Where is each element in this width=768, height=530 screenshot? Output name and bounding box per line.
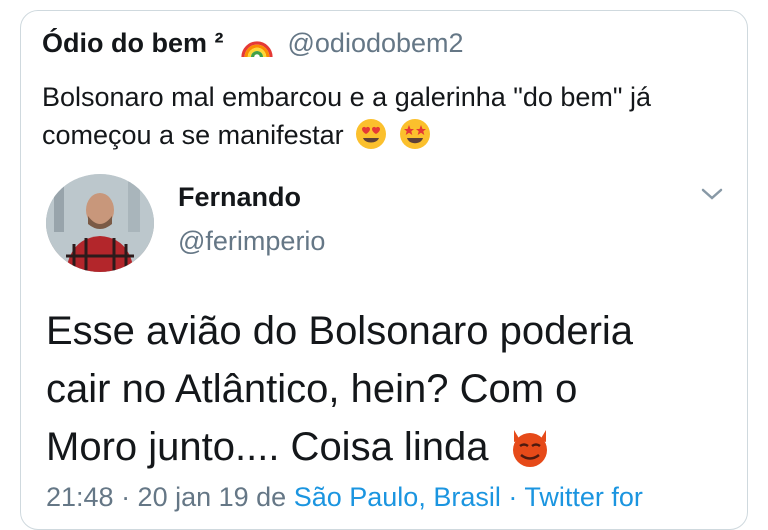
quoted-author-handle[interactable]: @ferimperio — [178, 226, 325, 257]
quoted-text-line-3-text: Moro junto.... Coisa linda — [46, 425, 489, 469]
quoted-tweet-text: Esse avião do Bolsonaro poderia cair no … — [46, 302, 746, 476]
quoted-text-line-2: cair no Atlântico, hein? Com o — [46, 367, 578, 411]
quoted-text-line-3: Moro junto.... Coisa linda — [46, 418, 746, 476]
tweet-meta: 21:48 · 20 jan 19 de São Paulo, Brasil ·… — [46, 482, 643, 513]
rainbow-emoji — [240, 40, 273, 57]
chevron-down-icon[interactable] — [700, 186, 724, 202]
outer-author-handle[interactable]: @odiodobem2 — [288, 28, 464, 59]
smiling-devil-emoji — [512, 430, 547, 467]
quoted-author-name[interactable]: Fernando — [178, 182, 301, 213]
outer-text-line: Bolsonaro mal embarcou e a galerinha "do… — [42, 82, 652, 112]
tweet-source-link[interactable]: · Twitter for — [501, 482, 643, 512]
avatar[interactable] — [46, 174, 154, 272]
outer-tweet-header: Ódio do bem ² @odiodobem2 — [42, 28, 464, 59]
quoted-text-line: Esse avião do Bolsonaro poderia — [46, 309, 634, 353]
heart-eyes-emoji — [356, 119, 387, 149]
avatar-photo — [46, 174, 154, 272]
star-struck-emoji — [399, 119, 430, 149]
tweet-location-link[interactable]: São Paulo, Brasil — [294, 482, 501, 512]
outer-text-line-2: começou a se manifestar — [42, 116, 732, 154]
outer-tweet-text: Bolsonaro mal embarcou e a galerinha "do… — [42, 78, 732, 154]
outer-text-line-2-text: começou a se manifestar — [42, 120, 344, 150]
tweet-timestamp: 21:48 · 20 jan 19 de — [46, 482, 287, 512]
outer-author-name[interactable]: Ódio do bem ² — [42, 28, 224, 59]
